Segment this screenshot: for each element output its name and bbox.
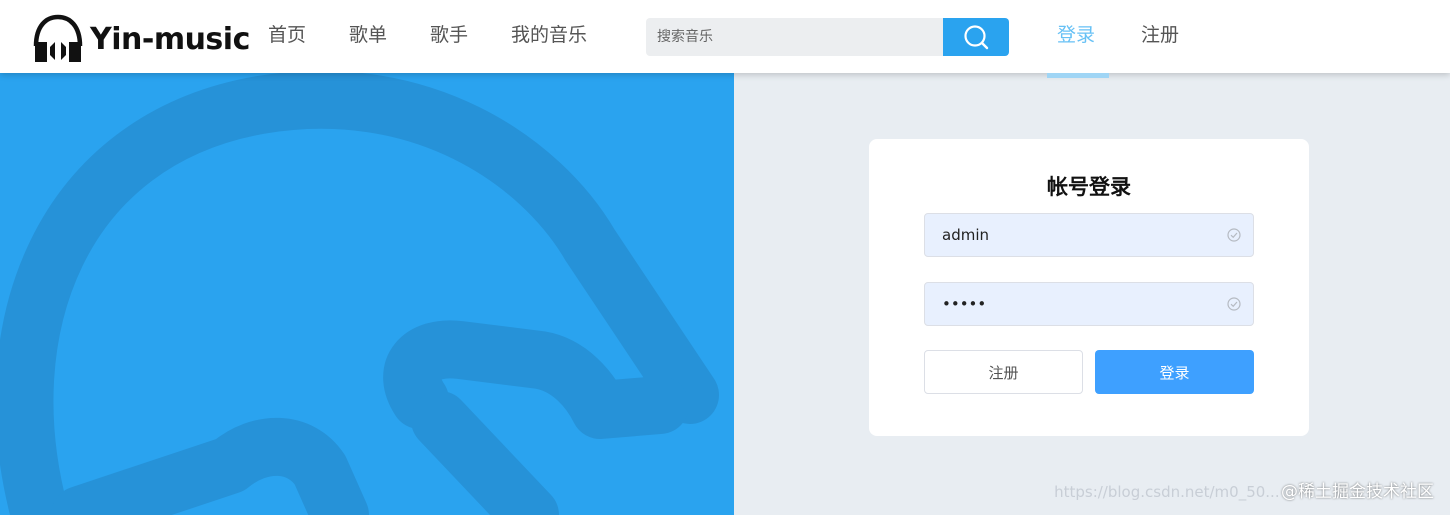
hero-panel [0,0,734,515]
watermark-text: @稀土掘金技术社区 [1281,482,1434,502]
main-nav: 首页 歌单 歌手 我的音乐 [268,22,630,48]
search-button[interactable] [943,18,1009,56]
search-icon [964,25,989,50]
nav-item-my-music[interactable]: 我的音乐 [511,22,587,48]
hero-logo-watermark [0,70,719,515]
active-tab-indicator [1047,73,1109,78]
watermark-url: https://blog.csdn.net/m0_50... [1054,483,1280,501]
password-field-wrapper [924,282,1254,326]
login-card: 帐号登录 注册 登录 [869,139,1309,436]
login-title: 帐号登录 [1047,175,1131,199]
password-input[interactable] [925,283,1215,325]
search-bar [646,18,1009,56]
username-input[interactable] [925,214,1215,256]
watermark: https://blog.csdn.net/m0_50... @稀土掘金技术社区 [1054,477,1434,502]
login-button[interactable]: 登录 [1095,350,1254,394]
brand-name: Yin-music [90,21,250,57]
valid-check-icon [1227,297,1241,311]
username-field-wrapper [924,213,1254,257]
nav-item-singers[interactable]: 歌手 [430,22,468,48]
header-login-link[interactable]: 登录 [1057,22,1095,48]
header-register-link[interactable]: 注册 [1141,22,1179,48]
search-input[interactable] [646,18,943,56]
nav-item-playlists[interactable]: 歌单 [349,22,387,48]
top-navbar: Yin-music 首页 歌单 歌手 我的音乐 登录 注册 [0,0,1450,73]
register-button[interactable]: 注册 [924,350,1083,394]
nav-item-home[interactable]: 首页 [268,22,306,48]
brand-logo[interactable]: Yin-music [30,12,250,66]
headphones-logo-icon [33,14,83,62]
valid-check-icon [1227,228,1241,242]
